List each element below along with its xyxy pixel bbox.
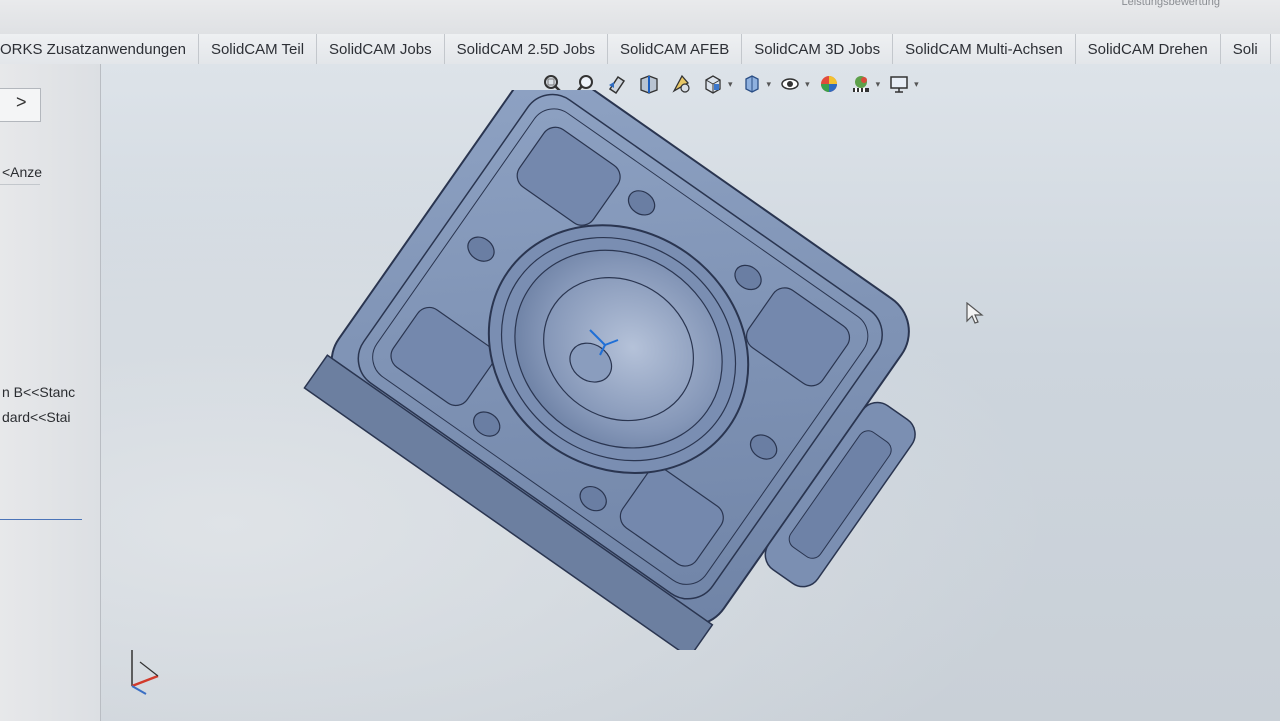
chevron-down-icon[interactable]: ▾: [876, 79, 881, 90]
display-state-item[interactable]: <Anze: [2, 164, 42, 180]
panel-divider: [0, 184, 40, 185]
mouse-cursor-icon: [966, 302, 984, 324]
chevron-down-icon[interactable]: ▾: [805, 79, 810, 90]
configuration-item[interactable]: dard<<Stai: [2, 409, 71, 425]
chevron-right-icon[interactable]: >: [16, 92, 27, 113]
reference-triad-icon: [131, 650, 159, 695]
tab-solidcam-more[interactable]: Soli: [1221, 34, 1271, 64]
tab-solidcam-teil[interactable]: SolidCAM Teil: [199, 34, 318, 64]
configuration-item[interactable]: n B<<Stanc: [2, 384, 75, 400]
window-top-strip: Leistungsbewertung: [0, 0, 1280, 34]
chevron-down-icon[interactable]: ▾: [767, 79, 772, 90]
feature-manager-panel: > <Anze n B<<Stanc dard<<Stai: [0, 64, 101, 721]
tab-solidcam-drehen[interactable]: SolidCAM Drehen: [1076, 34, 1221, 64]
tab-solidcam-jobs[interactable]: SolidCAM Jobs: [317, 34, 445, 64]
chevron-down-icon[interactable]: ▾: [728, 79, 733, 90]
tab-zusatzanwendungen[interactable]: ORKS Zusatzanwendungen: [0, 34, 199, 64]
chevron-down-icon[interactable]: ▾: [914, 79, 919, 90]
panel-separator: [0, 519, 82, 520]
tab-solidcam-3d-jobs[interactable]: SolidCAM 3D Jobs: [742, 34, 894, 64]
top-corner-text: Leistungsbewertung: [1121, 0, 1220, 8]
tab-solidcam-multi-achsen[interactable]: SolidCAM Multi-Achsen: [893, 34, 1076, 64]
3d-part-model[interactable]: [300, 90, 920, 650]
command-manager-tabs: ORKS Zusatzanwendungen SolidCAM Teil Sol…: [0, 34, 1280, 65]
tab-solidcam-25d-jobs[interactable]: SolidCAM 2.5D Jobs: [445, 34, 608, 64]
tab-solidcam-afeb[interactable]: SolidCAM AFEB: [608, 34, 743, 64]
